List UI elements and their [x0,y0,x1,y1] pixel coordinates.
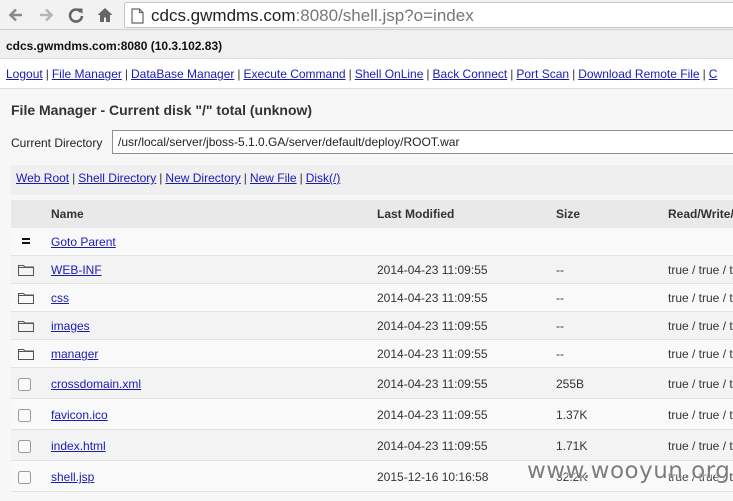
page-icon [131,8,144,27]
rw-cell: true / true / tru [668,377,733,391]
folder-icon [18,320,34,335]
new-directory-link[interactable]: New Directory [165,171,240,185]
modified-cell: 2014-04-23 11:09:55 [377,439,488,453]
shell-directory-link[interactable]: Shell Directory [78,171,156,185]
browser-toolbar: cdcs.gwmdms.com:8080/shell.jsp?o=index [0,0,733,30]
rw-cell: true / true / tru [668,263,733,277]
menu-truncated-item[interactable]: C [709,67,718,81]
back-icon[interactable] [4,3,28,27]
modified-cell: 2014-04-23 11:09:55 [377,377,488,391]
current-directory-label: Current Directory [11,136,103,150]
menu-file-manager[interactable]: File Manager [52,67,122,81]
file-table: Name Last Modified Size Read/Write/ Goto… [11,200,733,492]
column-name-header: Name [51,207,84,221]
folder-icon [18,292,34,307]
folder-icon [18,348,34,363]
table-header: Name Last Modified Size Read/Write/ [11,200,733,228]
column-modified-header: Last Modified [377,207,455,221]
size-cell: -- [556,263,564,277]
table-row[interactable]: crossdomain.xml 2014-04-23 11:09:55 255B… [11,368,733,399]
menu-database-manager[interactable]: DataBase Manager [131,67,234,81]
folder-link[interactable]: manager [51,347,98,361]
menu-logout[interactable]: Logout [6,67,43,81]
menu-back-connect[interactable]: Back Connect [433,67,508,81]
watermark: www.wooyun.org [527,458,731,484]
rw-cell: true / true / tru [668,291,733,305]
url-text[interactable]: cdcs.gwmdms.com:8080/shell.jsp?o=index [151,6,474,26]
column-rw-header: Read/Write/ [668,207,733,221]
rw-cell: true / true / tru [668,319,733,333]
folder-link[interactable]: css [51,291,69,305]
rw-cell: true / true / tru [668,408,733,422]
host-info-bar: cdcs.gwmdms.com:8080 (10.3.102.83) [0,30,733,59]
table-row[interactable]: manager 2014-04-23 11:09:55 -- true / tr… [11,340,733,368]
table-row[interactable]: index.html 2014-04-23 11:09:55 1.71K tru… [11,430,733,461]
file-checkbox[interactable] [18,471,31,487]
disk-link[interactable]: Disk(/) [306,171,341,185]
rw-cell: true / true / tru [668,347,733,361]
file-checkbox[interactable] [18,409,31,425]
size-cell: 255B [556,377,585,391]
goto-parent-link[interactable]: Goto Parent [51,235,116,249]
table-row[interactable]: WEB-INF 2014-04-23 11:09:55 -- true / tr… [11,256,733,284]
file-link[interactable]: index.html [51,439,106,453]
file-link[interactable]: favicon.ico [51,408,108,422]
folder-icon [18,264,34,279]
file-checkbox[interactable] [18,378,31,394]
web-root-link[interactable]: Web Root [16,171,69,185]
folder-link[interactable]: WEB-INF [51,263,102,277]
size-cell: -- [556,347,564,361]
file-checkbox[interactable] [18,440,31,456]
size-cell: -- [556,291,564,305]
home-icon[interactable] [93,3,117,27]
modified-cell: 2014-04-23 11:09:55 [377,263,488,277]
menu-shell-online[interactable]: Shell OnLine [355,67,424,81]
current-directory-input[interactable] [112,130,733,154]
menu-execute-command[interactable]: Execute Command [244,67,346,81]
page-title: File Manager - Current disk "/" total (u… [11,102,313,118]
goto-parent-icon [22,238,30,244]
menu-port-scan[interactable]: Port Scan [516,67,569,81]
modified-cell: 2014-04-23 11:09:55 [377,319,488,333]
table-row[interactable]: images 2014-04-23 11:09:55 -- true / tru… [11,312,733,340]
size-cell: -- [556,319,564,333]
quick-links-bar: Web Root | Shell Directory | New Directory | N… [11,165,733,195]
size-cell: 1.71K [556,439,588,453]
modified-cell: 2014-04-23 11:09:55 [377,408,488,422]
shell-menu: Logout | File Manager | DataBase Manager | Exe… [0,59,733,89]
menu-download-remote-file[interactable]: Download Remote File [578,67,699,81]
size-cell: 1.37K [556,408,588,422]
new-file-link[interactable]: New File [250,171,297,185]
rw-cell: true / true / tru [668,439,733,453]
column-size-header: Size [556,207,581,221]
host-info: cdcs.gwmdms.com:8080 (10.3.102.83) [6,39,223,53]
address-bar[interactable]: cdcs.gwmdms.com:8080/shell.jsp?o=index [124,2,733,28]
file-link[interactable]: shell.jsp [51,470,94,484]
table-row[interactable]: css 2014-04-23 11:09:55 -- true / true /… [11,284,733,312]
table-row[interactable]: favicon.ico 2014-04-23 11:09:55 1.37K tr… [11,399,733,430]
modified-cell: 2014-04-23 11:09:55 [377,291,488,305]
file-manager-panel: File Manager - Current disk "/" total (u… [0,89,733,501]
file-link[interactable]: crossdomain.xml [51,377,141,391]
forward-icon[interactable] [34,3,58,27]
folder-link[interactable]: images [51,319,90,333]
goto-parent-row[interactable]: Goto Parent [11,228,733,256]
modified-cell: 2015-12-16 10:16:58 [377,470,489,484]
reload-icon[interactable] [64,3,88,27]
modified-cell: 2014-04-23 11:09:55 [377,347,488,361]
